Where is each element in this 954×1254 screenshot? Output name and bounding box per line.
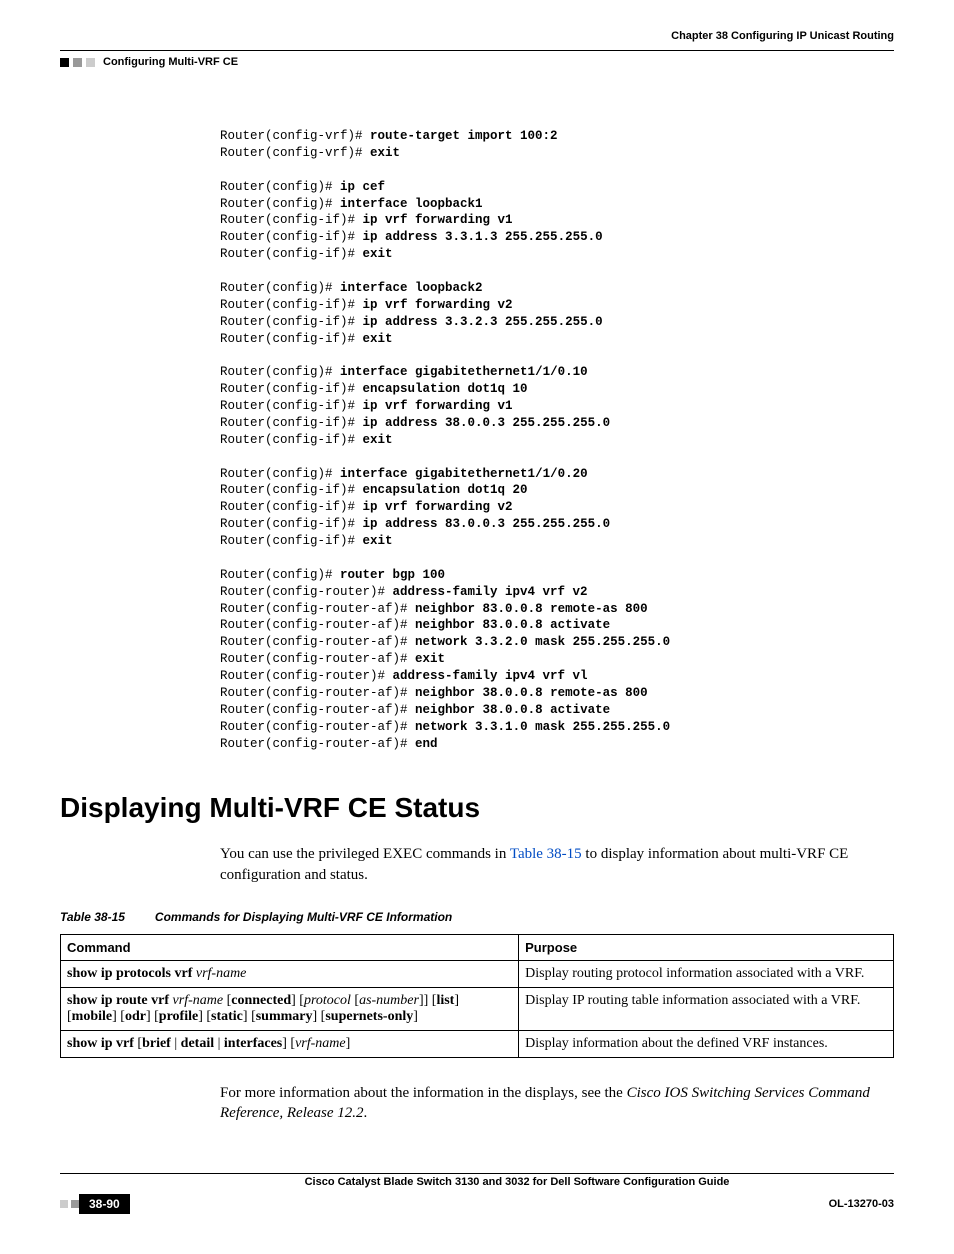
table-caption: Table 38-15Commands for Displaying Multi… <box>60 910 894 924</box>
marker-square-light <box>86 58 95 67</box>
page-header: Chapter 38 Configuring IP Unicast Routin… <box>60 30 894 42</box>
table-row: show ip route vrf vrf-name [connected] [… <box>61 987 894 1030</box>
page-number: 38-90 <box>79 1194 130 1214</box>
table-xref[interactable]: Table 38-15 <box>510 846 582 862</box>
command-cell: show ip vrf [brief | detail | interfaces… <box>61 1030 519 1057</box>
page-footer: 38-90 OL-13270-03 <box>60 1194 894 1214</box>
heading-displaying-status: Displaying Multi-VRF CE Status <box>60 792 894 824</box>
header-rule <box>60 50 894 51</box>
purpose-cell: Display information about the defined VR… <box>519 1030 894 1057</box>
purpose-cell: Display routing protocol information ass… <box>519 960 894 987</box>
col-purpose: Purpose <box>519 934 894 960</box>
table-header-row: Command Purpose <box>61 934 894 960</box>
intro-paragraph: You can use the privileged EXEC commands… <box>220 844 894 885</box>
outro-paragraph: For more information about the informati… <box>220 1083 894 1124</box>
table-row: show ip protocols vrf vrf-name Display r… <box>61 960 894 987</box>
chapter-text: Chapter 38 Configuring IP Unicast Routin… <box>671 30 894 42</box>
purpose-cell: Display IP routing table information ass… <box>519 987 894 1030</box>
section-title: Configuring Multi-VRF CE <box>103 56 238 68</box>
footer-left: 38-90 <box>60 1194 138 1214</box>
cli-output: Router(config-vrf)# route-target import … <box>220 128 894 752</box>
footer-title-wrap: Cisco Catalyst Blade Switch 3130 and 303… <box>60 1174 894 1190</box>
table-row: show ip vrf [brief | detail | interfaces… <box>61 1030 894 1057</box>
footer-title: Cisco Catalyst Blade Switch 3130 and 303… <box>305 1176 730 1188</box>
section-marker: Configuring Multi-VRF CE <box>60 56 894 68</box>
col-command: Command <box>61 934 519 960</box>
commands-table: Command Purpose show ip protocols vrf vr… <box>60 934 894 1058</box>
marker-square-dark <box>60 58 69 67</box>
marker-square-mid <box>73 58 82 67</box>
doc-id: OL-13270-03 <box>829 1198 894 1210</box>
command-cell: show ip protocols vrf vrf-name <box>61 960 519 987</box>
footer-marker <box>60 1200 79 1208</box>
command-cell: show ip route vrf vrf-name [connected] [… <box>61 987 519 1030</box>
